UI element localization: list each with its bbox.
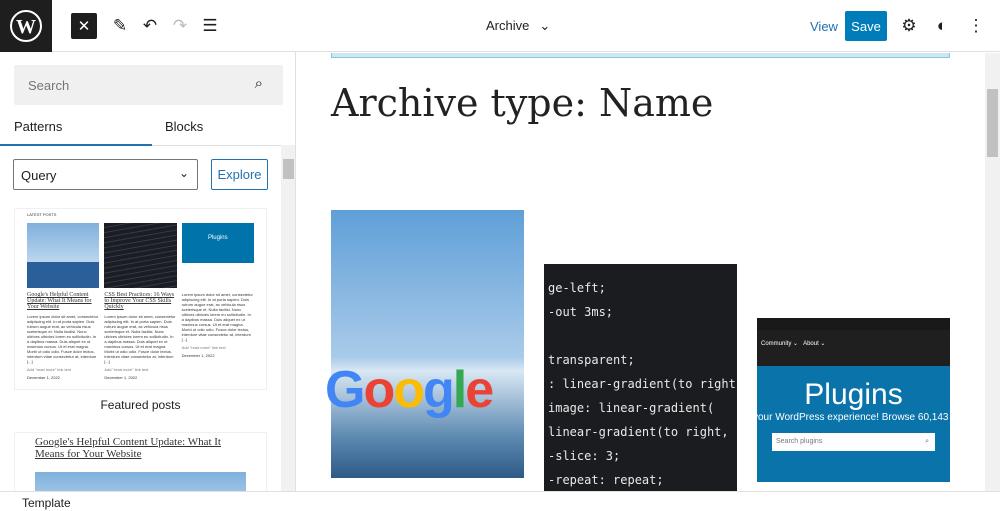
post-date: December 1, 2022 bbox=[181, 353, 215, 358]
undo-icon[interactable]: ↶ bbox=[138, 13, 162, 39]
search-icon: ⌕ bbox=[254, 75, 263, 92]
post-image bbox=[35, 472, 246, 491]
read-more: Add "read more" link text bbox=[27, 367, 71, 372]
breadcrumb-template[interactable]: Template bbox=[22, 496, 71, 510]
footer-breadcrumb[interactable]: Template bbox=[0, 491, 1000, 511]
block-inserter-sidebar: Search ⌕ Patterns Blocks Query ⌄ Explore L… bbox=[0, 52, 296, 491]
active-tab-indicator bbox=[0, 144, 152, 146]
post-excerpt: Lorem ipsum dolor sit amet, consectetur … bbox=[27, 314, 99, 364]
post-image-code[interactable]: ge-left; -out 3ms; transparent; : linear… bbox=[544, 264, 737, 491]
nav-item: About ⌄ bbox=[803, 341, 826, 347]
settings-icon[interactable]: ⚙ bbox=[897, 13, 921, 39]
selected-block-outline bbox=[331, 53, 950, 58]
tab-blocks[interactable]: Blocks bbox=[165, 119, 203, 134]
search-placeholder: Search bbox=[28, 78, 70, 93]
post-image: Plugins bbox=[181, 223, 254, 263]
read-more: Add "read more" link text bbox=[181, 345, 226, 350]
sidebar-scrollbar[interactable] bbox=[281, 145, 295, 491]
post-title: Google's Helpful Content Update: What It… bbox=[35, 436, 221, 460]
redo-icon[interactable]: ↷ bbox=[168, 13, 192, 39]
top-toolbar: W ✕ ✎ ↶ ↷ ☰ Archive ⌄ View Save ⚙ ◐ ⋮ bbox=[0, 0, 1000, 52]
search-input[interactable]: Search ⌕ bbox=[14, 65, 283, 105]
styles-icon[interactable]: ◐ bbox=[930, 13, 954, 39]
view-button[interactable]: View bbox=[810, 19, 838, 34]
plugins-title: Plugins bbox=[804, 378, 903, 411]
list-view-icon[interactable]: ☰ bbox=[198, 13, 222, 39]
post-preview: Plugins Lorem ipsum dolor sit amet, conse… bbox=[181, 223, 254, 380]
post-excerpt: Lorem ipsum dolor sit amet, consectetur … bbox=[181, 292, 253, 342]
close-inserter-button[interactable]: ✕ bbox=[71, 13, 97, 39]
scrollbar-thumb[interactable] bbox=[987, 89, 998, 157]
post-title: CSS Best Practices: 16 Ways to Improve Y… bbox=[104, 292, 175, 310]
wordpress-icon: W bbox=[10, 10, 42, 42]
google-logo: Google bbox=[325, 361, 494, 419]
chevron-down-icon: ⌄ bbox=[539, 18, 551, 33]
chevron-down-icon: ⌄ bbox=[178, 166, 189, 180]
post-image-plugins[interactable]: Community ⌄ About ⌄ Plugins your WordPre… bbox=[757, 318, 950, 482]
scrollbar-thumb[interactable] bbox=[283, 159, 294, 179]
search-placeholder: Search plugins bbox=[776, 438, 823, 445]
plugins-nav: Community ⌄ About ⌄ bbox=[757, 318, 950, 366]
search-icon: ⌕ bbox=[925, 438, 929, 445]
read-more: Add "read more" link text bbox=[104, 367, 149, 372]
pattern-category-select[interactable]: Query ⌄ bbox=[13, 159, 198, 190]
editor-canvas[interactable]: Archive type: Name Google ge-left; -out … bbox=[297, 53, 985, 491]
plugins-subtitle: your WordPress experience! Browse 60,143… bbox=[757, 412, 950, 423]
document-title-dropdown[interactable]: Archive ⌄ bbox=[486, 18, 550, 34]
explore-button[interactable]: Explore bbox=[211, 159, 268, 190]
document-title: Archive bbox=[486, 18, 530, 33]
pattern-featured-posts[interactable]: LATEST POSTS Google's Helpful Content Up… bbox=[14, 208, 267, 390]
pattern-label: Featured posts bbox=[100, 398, 181, 412]
post-date: December 1, 2022 bbox=[27, 375, 60, 380]
pattern-heading: LATEST POSTS bbox=[27, 212, 57, 217]
post-preview: CSS Best Practices: 16 Ways to Improve Y… bbox=[104, 223, 177, 380]
post-preview: Google's Helpful Content Update: What It… bbox=[27, 223, 100, 380]
tab-patterns[interactable]: Patterns bbox=[14, 119, 62, 134]
post-image bbox=[27, 223, 100, 288]
post-image-google[interactable]: Google bbox=[325, 210, 524, 478]
canvas-scrollbar[interactable] bbox=[985, 53, 1000, 491]
plugins-search: Search plugins ⌕ bbox=[772, 433, 935, 451]
more-options-icon[interactable]: ⋮ bbox=[964, 13, 988, 39]
edit-tool-icon[interactable]: ✎ bbox=[108, 13, 132, 39]
post-title: Plugins bbox=[207, 235, 228, 241]
post-excerpt: Lorem ipsum dolor sit amet, consectetur … bbox=[104, 314, 176, 364]
save-button[interactable]: Save bbox=[845, 11, 887, 41]
selected-category: Query bbox=[21, 168, 57, 183]
pattern-preview[interactable]: Google's Helpful Content Update: What It… bbox=[14, 432, 267, 491]
post-title: Google's Helpful Content Update: What It… bbox=[27, 292, 92, 310]
post-image bbox=[104, 223, 177, 288]
nav-item: Community ⌄ bbox=[761, 341, 799, 347]
wordpress-logo[interactable]: W bbox=[0, 0, 52, 52]
svg-text:W: W bbox=[16, 16, 36, 38]
post-date: December 1, 2022 bbox=[104, 375, 138, 380]
archive-title[interactable]: Archive type: Name bbox=[331, 81, 713, 125]
